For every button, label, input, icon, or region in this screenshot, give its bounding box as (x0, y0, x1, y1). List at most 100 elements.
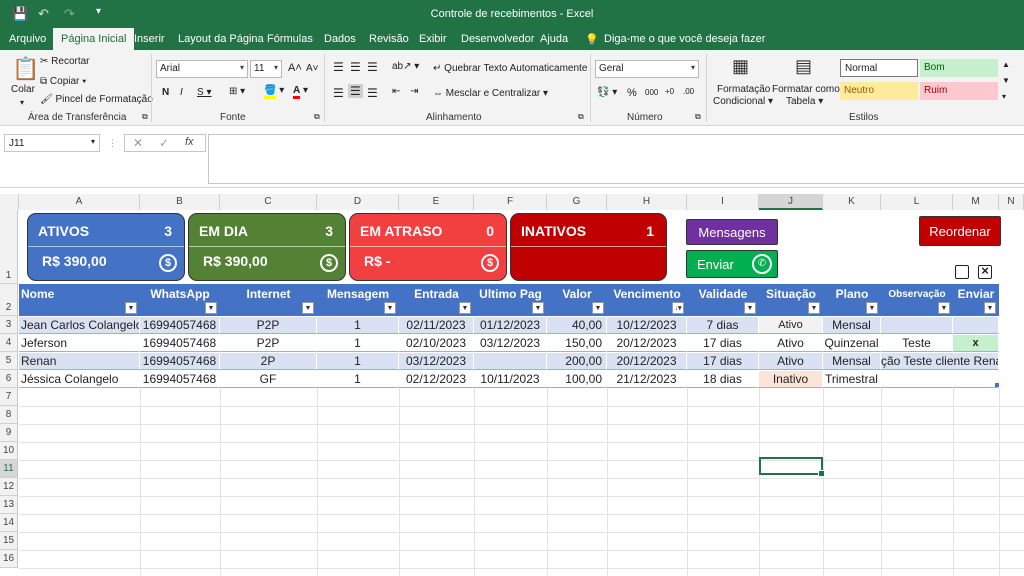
font-color-icon[interactable]: A ▾ (293, 85, 308, 99)
tab-dados[interactable]: Dados (324, 33, 356, 45)
style-neutro[interactable]: Neutro (840, 82, 918, 100)
font-name-combo[interactable]: Arial ▾ (156, 60, 248, 78)
enviar-button[interactable]: Enviar ✆ (686, 250, 778, 278)
cell-plano[interactable]: Mensal (823, 353, 881, 370)
row-header[interactable]: 7 (0, 388, 18, 406)
filter-dropdown-icon[interactable]: ▼ (744, 302, 756, 314)
cell-validade[interactable]: 7 dias (687, 317, 759, 334)
filter-dropdown-icon[interactable]: ▼ (302, 302, 314, 314)
sort-filter-icon[interactable]: ↓▾ (672, 302, 684, 314)
increase-decimal-icon[interactable]: +0 (665, 87, 674, 96)
copy-button[interactable]: ⧉ Copiar ▾ (40, 76, 86, 87)
tab-ajuda[interactable]: Ajuda (540, 33, 568, 45)
row-header[interactable]: 6 (0, 370, 18, 388)
filter-dropdown-icon[interactable]: ▼ (984, 302, 996, 314)
align-bottom-icon[interactable]: ☰ (367, 60, 378, 74)
cell-nome[interactable]: Jeferson (19, 335, 140, 352)
cell-enviar[interactable] (953, 371, 999, 388)
thousands-icon[interactable]: 000 (645, 88, 658, 97)
filter-dropdown-icon[interactable]: ▼ (459, 302, 471, 314)
filter-dropdown-icon[interactable]: ▼ (205, 302, 217, 314)
conditional-format-icon[interactable]: ▦ (732, 56, 749, 77)
cell-ultimo-pag[interactable] (474, 353, 547, 370)
format-table-button[interactable]: Formatar como (772, 84, 840, 95)
cell-nome[interactable]: Renan (19, 353, 140, 370)
cell-internet[interactable]: P2P (220, 317, 317, 334)
cell-vencimento[interactable]: 20/12/2023 (607, 353, 687, 370)
tab-revisao[interactable]: Revisão (369, 33, 409, 45)
column-header[interactable]: N (999, 194, 1024, 210)
checkbox-unchecked[interactable] (955, 265, 969, 279)
row-header[interactable]: 16 (0, 550, 18, 568)
row-header[interactable]: 14 (0, 514, 18, 532)
cell-whatsapp[interactable]: 16994057468 (140, 335, 220, 352)
styles-up-icon[interactable]: ▲ (1002, 60, 1010, 69)
borders-icon[interactable]: ⊞ ▾ (229, 86, 245, 97)
chevron-down-icon[interactable]: ▾ (91, 137, 95, 146)
align-middle-icon[interactable]: ☰ (350, 60, 361, 74)
align-top-icon[interactable]: ☰ (333, 60, 344, 74)
tab-inserir[interactable]: Inserir (134, 33, 165, 45)
cell-entrada[interactable]: 03/12/2023 (399, 353, 474, 370)
row-header[interactable]: 8 (0, 406, 18, 424)
clipboard-launcher-icon[interactable]: ⧉ (142, 112, 148, 122)
cell-plano[interactable]: Trimestral (823, 371, 881, 388)
align-center-icon[interactable]: ☰ (348, 84, 363, 98)
tab-exibir[interactable]: Exibir (419, 33, 447, 45)
cell-observacao[interactable] (881, 371, 953, 388)
cell-whatsapp[interactable]: 16994057468 (140, 317, 220, 334)
orientation-icon[interactable]: ab↗ ▾ (392, 61, 419, 72)
tab-desenvolvedor[interactable]: Desenvolvedor (461, 33, 534, 45)
filter-dropdown-icon[interactable]: ▼ (866, 302, 878, 314)
filter-dropdown-icon[interactable]: ▼ (808, 302, 820, 314)
cell-ultimo-pag[interactable]: 10/11/2023 (474, 371, 547, 388)
column-header[interactable]: E (399, 194, 474, 210)
conditional-format-button[interactable]: Formatação (717, 84, 770, 95)
cell-enviar[interactable]: x (953, 335, 999, 352)
column-header[interactable]: A (19, 194, 140, 210)
shrink-font-icon[interactable]: A˅ (306, 63, 319, 74)
currency-icon[interactable]: 💱 ▾ (597, 87, 617, 98)
align-left-icon[interactable]: ☰ (333, 86, 344, 100)
filter-dropdown-icon[interactable]: ▼ (592, 302, 604, 314)
cell-nome[interactable]: Jean Carlos Colangelo (19, 317, 140, 334)
column-header[interactable]: H (607, 194, 687, 210)
row-header[interactable]: 5 (0, 352, 18, 370)
tab-formulas[interactable]: Fórmulas (267, 33, 313, 45)
row-header[interactable]: 15 (0, 532, 18, 550)
row-header[interactable]: 1 (0, 210, 18, 284)
filter-dropdown-icon[interactable]: ▼ (125, 302, 137, 314)
column-header[interactable]: L (881, 194, 953, 210)
cell-situacao[interactable]: Ativo (759, 317, 823, 334)
percent-icon[interactable]: % (627, 87, 637, 99)
decrease-indent-icon[interactable]: ⇤ (392, 86, 400, 97)
row-header[interactable]: 10 (0, 442, 18, 460)
row-header[interactable]: 4 (0, 334, 18, 352)
close-checkbox-icon[interactable]: × (978, 264, 992, 279)
style-normal[interactable]: Normal (840, 59, 918, 77)
paste-button[interactable]: Colar (11, 84, 35, 95)
cell-enviar[interactable] (953, 317, 999, 334)
select-all-corner[interactable] (0, 194, 19, 210)
column-header[interactable]: C (220, 194, 317, 210)
cell-entrada[interactable]: 02/12/2023 (399, 371, 474, 388)
column-header[interactable]: J (759, 194, 823, 210)
column-header[interactable]: B (140, 194, 220, 210)
format-painter-button[interactable]: 🖌 Pincel de Formatação (40, 94, 153, 105)
row-header[interactable]: 11 (0, 460, 18, 478)
styles-more-icon[interactable]: ▾ (1002, 92, 1006, 101)
filter-dropdown-icon[interactable]: ▼ (532, 302, 544, 314)
wrap-text-button[interactable]: ↵ Quebrar Texto Automaticamente (433, 63, 587, 74)
cell-valor[interactable]: 200,00 (547, 353, 607, 370)
cell-ultimo-pag[interactable]: 03/12/2023 (474, 335, 547, 352)
cell-ultimo-pag[interactable]: 01/12/2023 (474, 317, 547, 334)
cell-plano[interactable]: Quinzenal (823, 335, 881, 352)
decrease-decimal-icon[interactable]: .00 (683, 87, 694, 96)
table-resize-handle[interactable] (995, 383, 999, 387)
formula-input[interactable] (208, 134, 1024, 184)
cell-situacao[interactable]: Inativo (759, 371, 823, 388)
cell-observacao[interactable]: Teste (881, 335, 953, 352)
font-launcher-icon[interactable]: ⧉ (314, 112, 320, 122)
cell-entrada[interactable]: 02/10/2023 (399, 335, 474, 352)
tab-pagina-inicial[interactable]: Página Inicial (53, 28, 135, 50)
